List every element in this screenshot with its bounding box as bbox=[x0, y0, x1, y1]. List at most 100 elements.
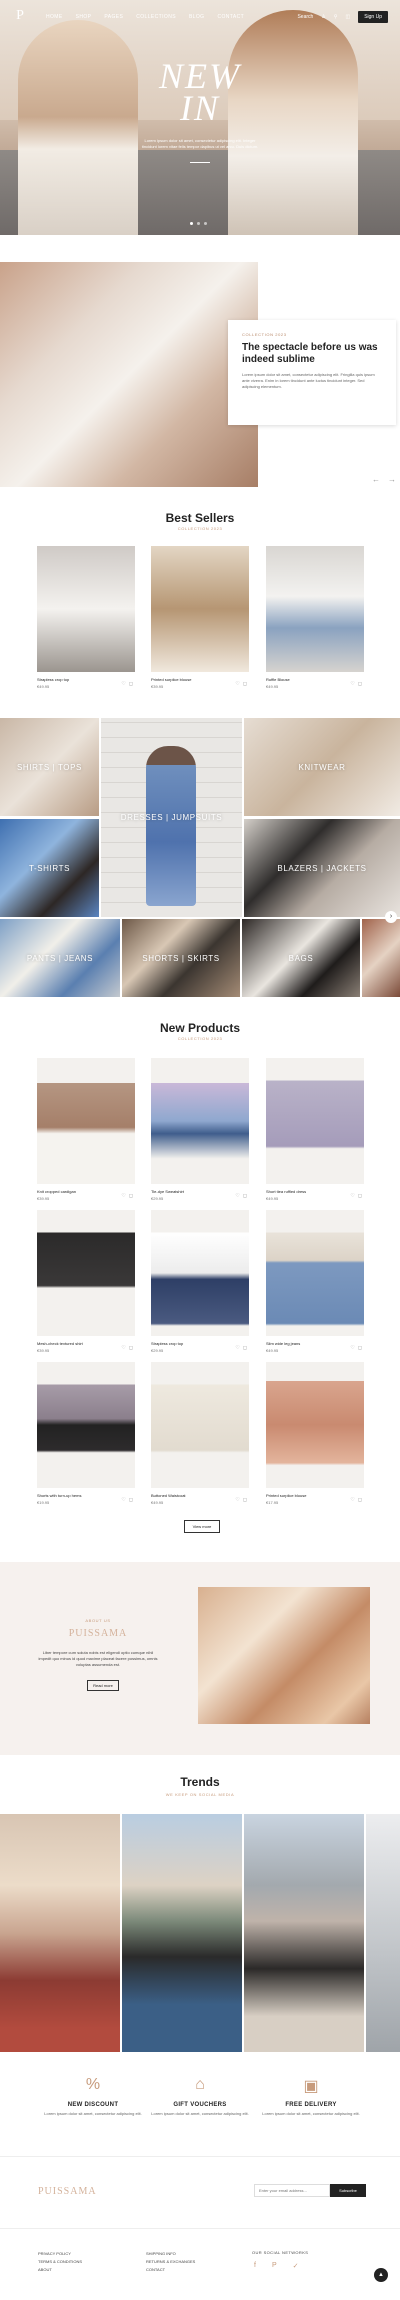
product-card[interactable]: Knit cropped cardigan €39.95 ♡ ◻ bbox=[37, 1058, 135, 1201]
category-tile[interactable]: BLAZERS | JACKETS bbox=[244, 819, 400, 917]
product-card[interactable]: Short tiea ruffled dress €49.95 ♡ ◻ bbox=[266, 1058, 364, 1201]
heart-icon[interactable]: ♡ bbox=[235, 1497, 239, 1503]
category-label[interactable]: T-SHIRTS bbox=[29, 864, 70, 873]
bag-icon[interactable]: ◻ bbox=[243, 1193, 247, 1199]
trend-image[interactable] bbox=[122, 1814, 242, 2052]
bag-icon[interactable]: ◻ bbox=[129, 1345, 133, 1351]
product-image[interactable] bbox=[266, 1362, 364, 1488]
subscribe-button[interactable]: Subscribe bbox=[330, 2184, 366, 2197]
product-name[interactable]: Short tiea ruffled dress bbox=[266, 1189, 364, 1194]
category-label[interactable]: BLAZERS | JACKETS bbox=[277, 864, 366, 873]
product-image[interactable] bbox=[37, 546, 135, 672]
heart-icon[interactable]: ♡ bbox=[350, 1345, 354, 1351]
heart-icon[interactable]: ♡ bbox=[235, 1193, 239, 1199]
heart-icon[interactable]: ♡ bbox=[350, 1193, 354, 1199]
product-name[interactable]: Shorts with turn-up hems bbox=[37, 1493, 135, 1498]
hero-dot-2[interactable] bbox=[197, 222, 200, 225]
user-icon[interactable]: ♙ bbox=[321, 14, 325, 20]
bag-icon[interactable]: ◻ bbox=[358, 681, 362, 687]
product-name[interactable]: Slim wide leg jeans bbox=[266, 1341, 364, 1346]
arrow-left-icon[interactable]: ← bbox=[372, 475, 380, 484]
product-image[interactable] bbox=[37, 1058, 135, 1184]
category-label[interactable]: BAGS bbox=[289, 954, 314, 963]
product-name[interactable]: Strapless crop top bbox=[37, 677, 135, 682]
product-card[interactable]: Mesh-check textured shirt €39.95 ♡ ◻ bbox=[37, 1210, 135, 1353]
nav-home[interactable]: HOME bbox=[46, 14, 63, 20]
category-tile[interactable]: DRESSES | JUMPSUITS bbox=[101, 718, 242, 917]
search-icon[interactable]: ⚲ bbox=[334, 14, 338, 20]
trend-image-partial[interactable] bbox=[366, 1814, 400, 2052]
product-card[interactable]: Buttoned Waistcoat €49.95 ♡ ◻ bbox=[151, 1362, 249, 1505]
read-more-button[interactable]: Read more bbox=[87, 1680, 119, 1691]
cart-icon[interactable]: ◫ bbox=[345, 14, 350, 20]
nav-pages[interactable]: PAGES bbox=[104, 14, 123, 20]
product-card[interactable]: Ruffle Blouse €49.95 ♡ ◻ bbox=[266, 546, 364, 689]
product-image[interactable] bbox=[151, 1058, 249, 1184]
newsletter-email-input[interactable] bbox=[254, 2184, 330, 2197]
nav-blog[interactable]: BLOG bbox=[189, 14, 205, 20]
product-image[interactable] bbox=[151, 1362, 249, 1488]
product-image[interactable] bbox=[151, 546, 249, 672]
product-name[interactable]: Tie-dye Sweatshirt bbox=[151, 1189, 249, 1194]
product-name[interactable]: Buttoned Waistcoat bbox=[151, 1493, 249, 1498]
product-image[interactable] bbox=[37, 1210, 135, 1336]
twitter-icon[interactable]: ✓ bbox=[293, 2262, 299, 2270]
bag-icon[interactable]: ◻ bbox=[358, 1497, 362, 1503]
bag-icon[interactable]: ◻ bbox=[243, 1497, 247, 1503]
scroll-top-icon[interactable]: ▲ bbox=[374, 2268, 388, 2282]
product-image[interactable] bbox=[266, 546, 364, 672]
bag-icon[interactable]: ◻ bbox=[243, 681, 247, 687]
nav-shop[interactable]: SHOP bbox=[76, 14, 92, 20]
footer-link[interactable]: ABOUT bbox=[38, 2266, 82, 2274]
footer-link[interactable]: PRIVACY POLICY bbox=[38, 2250, 82, 2258]
product-image[interactable] bbox=[266, 1058, 364, 1184]
hero-dot-1[interactable] bbox=[190, 222, 193, 225]
product-card[interactable]: Strapless crop top €29.95 ♡ ◻ bbox=[151, 1210, 249, 1353]
category-label[interactable]: PANTS | JEANS bbox=[27, 954, 93, 963]
category-label[interactable]: DRESSES | JUMPSUITS bbox=[121, 813, 223, 822]
heart-icon[interactable]: ♡ bbox=[350, 681, 354, 687]
category-tile[interactable]: SHIRTS | TOPS bbox=[0, 718, 99, 816]
product-card[interactable]: Tie-dye Sweatshirt €29.95 ♡ ◻ bbox=[151, 1058, 249, 1201]
product-image[interactable] bbox=[37, 1362, 135, 1488]
category-label[interactable]: KNITWEAR bbox=[298, 763, 345, 772]
heart-icon[interactable]: ♡ bbox=[121, 1497, 125, 1503]
arrow-right-icon[interactable]: → bbox=[388, 475, 396, 484]
product-name[interactable]: Ruffle Blouse bbox=[266, 677, 364, 682]
product-card[interactable]: Printed surplice blouse €39.95 ♡ ◻ bbox=[151, 546, 249, 689]
product-card[interactable]: Shorts with turn-up hems €19.95 ♡ ◻ bbox=[37, 1362, 135, 1505]
bag-icon[interactable]: ◻ bbox=[129, 1497, 133, 1503]
bag-icon[interactable]: ◻ bbox=[129, 1193, 133, 1199]
bag-icon[interactable]: ◻ bbox=[358, 1345, 362, 1351]
bag-icon[interactable]: ◻ bbox=[129, 681, 133, 687]
product-name[interactable]: Mesh-check textured shirt bbox=[37, 1341, 135, 1346]
heart-icon[interactable]: ♡ bbox=[235, 1345, 239, 1351]
product-card[interactable]: Printed surplice blouse €17.95 ♡ ◻ bbox=[266, 1362, 364, 1505]
facebook-icon[interactable]: f bbox=[254, 2262, 256, 2270]
category-tile[interactable]: BAGS bbox=[242, 919, 360, 997]
category-tile[interactable]: KNITWEAR bbox=[244, 718, 400, 816]
product-card[interactable]: Slim wide leg jeans €49.95 ♡ ◻ bbox=[266, 1210, 364, 1353]
trend-image[interactable] bbox=[244, 1814, 364, 2052]
category-label[interactable]: SHIRTS | TOPS bbox=[17, 763, 82, 772]
heart-icon[interactable]: ♡ bbox=[121, 1193, 125, 1199]
nav-collections[interactable]: COLLECTIONS bbox=[136, 14, 176, 20]
signup-button[interactable]: Sign Up bbox=[358, 11, 388, 23]
product-card[interactable]: Strapless crop top €49.95 ♡ ◻ bbox=[37, 546, 135, 689]
category-tile[interactable]: SHORTS | SKIRTS bbox=[122, 919, 240, 997]
category-tile[interactable]: PANTS | JEANS bbox=[0, 919, 120, 997]
product-image[interactable] bbox=[151, 1210, 249, 1336]
footer-brand[interactable]: PUISSAMA bbox=[38, 2186, 97, 2197]
footer-link[interactable]: RETURNS & EXCHANGES bbox=[146, 2258, 195, 2266]
category-tile[interactable]: T-SHIRTS bbox=[0, 819, 99, 917]
hero-dot-3[interactable] bbox=[204, 222, 207, 225]
heart-icon[interactable]: ♡ bbox=[350, 1497, 354, 1503]
brand-logo[interactable]: P bbox=[12, 8, 28, 24]
heart-icon[interactable]: ♡ bbox=[235, 681, 239, 687]
product-image[interactable] bbox=[266, 1210, 364, 1336]
search-link[interactable]: Search bbox=[297, 14, 313, 20]
product-name[interactable]: Printed surplice blouse bbox=[151, 677, 249, 682]
bag-icon[interactable]: ◻ bbox=[243, 1345, 247, 1351]
trend-image[interactable] bbox=[0, 1814, 120, 2052]
category-tile-partial[interactable] bbox=[362, 919, 400, 997]
